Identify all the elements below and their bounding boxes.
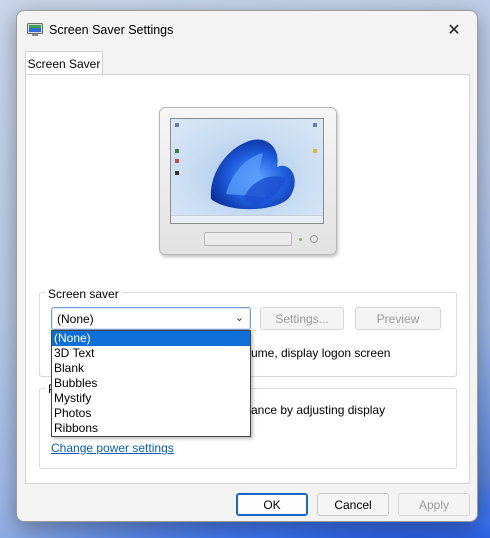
preview-button-label: Preview xyxy=(376,311,420,326)
apply-button[interactable]: Apply xyxy=(398,493,470,516)
preview-taskbar xyxy=(171,215,323,223)
option-mystify[interactable]: Mystify xyxy=(52,391,250,406)
screen-saver-dialog: Screen Saver Settings ✕ Screen Saver Scr… xyxy=(16,10,478,522)
settings-button-label: Settings... xyxy=(275,311,329,326)
tab-screen-saver[interactable]: Screen Saver xyxy=(25,51,103,75)
tab-label: Screen Saver xyxy=(27,56,101,71)
option-ribbons[interactable]: Ribbons xyxy=(52,421,250,436)
preview-screen xyxy=(170,118,324,224)
monitor-slot xyxy=(204,232,292,246)
windows-bloom-wallpaper xyxy=(175,123,317,210)
cancel-button[interactable]: Cancel xyxy=(317,493,389,516)
screen-saver-dropdown[interactable]: (None) ⌄ xyxy=(51,307,251,330)
screen-saver-group-label: Screen saver xyxy=(45,287,122,301)
close-button[interactable]: ✕ xyxy=(431,11,477,49)
option-3d-text[interactable]: 3D Text xyxy=(52,346,250,361)
change-power-settings-link[interactable]: Change power settings xyxy=(51,441,174,455)
title-bar: Screen Saver Settings ✕ xyxy=(17,11,477,49)
settings-button[interactable]: Settings... xyxy=(260,307,344,330)
resume-logon-text: ume, display logon screen xyxy=(251,346,391,360)
monitor-preview xyxy=(159,107,337,255)
window-title: Screen Saver Settings xyxy=(49,23,174,37)
option-photos[interactable]: Photos xyxy=(52,406,250,421)
preview-button[interactable]: Preview xyxy=(355,307,441,330)
option-blank[interactable]: Blank xyxy=(52,361,250,376)
screen-saver-options-list: (None) 3D Text Blank Bubbles Mystify Pho… xyxy=(51,330,251,437)
ok-button[interactable]: OK xyxy=(236,493,308,516)
monitor-app-icon xyxy=(27,23,43,36)
ok-button-label: OK xyxy=(263,497,281,512)
close-icon: ✕ xyxy=(447,22,461,39)
cancel-button-label: Cancel xyxy=(334,497,372,512)
monitor-led xyxy=(299,238,302,241)
option-bubbles[interactable]: Bubbles xyxy=(52,376,250,391)
option-none[interactable]: (None) xyxy=(52,331,250,346)
apply-button-label: Apply xyxy=(418,497,450,512)
power-description-text: ance by adjusting display xyxy=(251,403,386,417)
power-button-icon xyxy=(310,235,318,243)
chevron-down-icon: ⌄ xyxy=(234,312,244,324)
dropdown-selected-value: (None) xyxy=(57,311,94,326)
